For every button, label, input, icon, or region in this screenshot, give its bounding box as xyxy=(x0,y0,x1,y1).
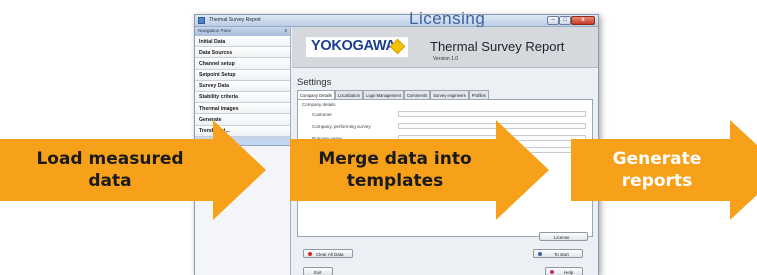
step-2-line-2: templates xyxy=(346,171,444,191)
process-arrows xyxy=(0,120,757,220)
step-load-measured-data: Load measured data xyxy=(5,148,215,192)
step-2-line-1: Merge data into xyxy=(318,149,472,169)
step-generate-reports: Generate reports xyxy=(577,148,737,192)
step-merge-data: Merge data into templates xyxy=(292,148,498,192)
step-3-line-2: reports xyxy=(621,171,693,191)
step-1-line-1: Load measured xyxy=(36,149,184,169)
step-1-line-2: data xyxy=(88,171,132,191)
step-3-line-1: Generate xyxy=(612,149,702,169)
